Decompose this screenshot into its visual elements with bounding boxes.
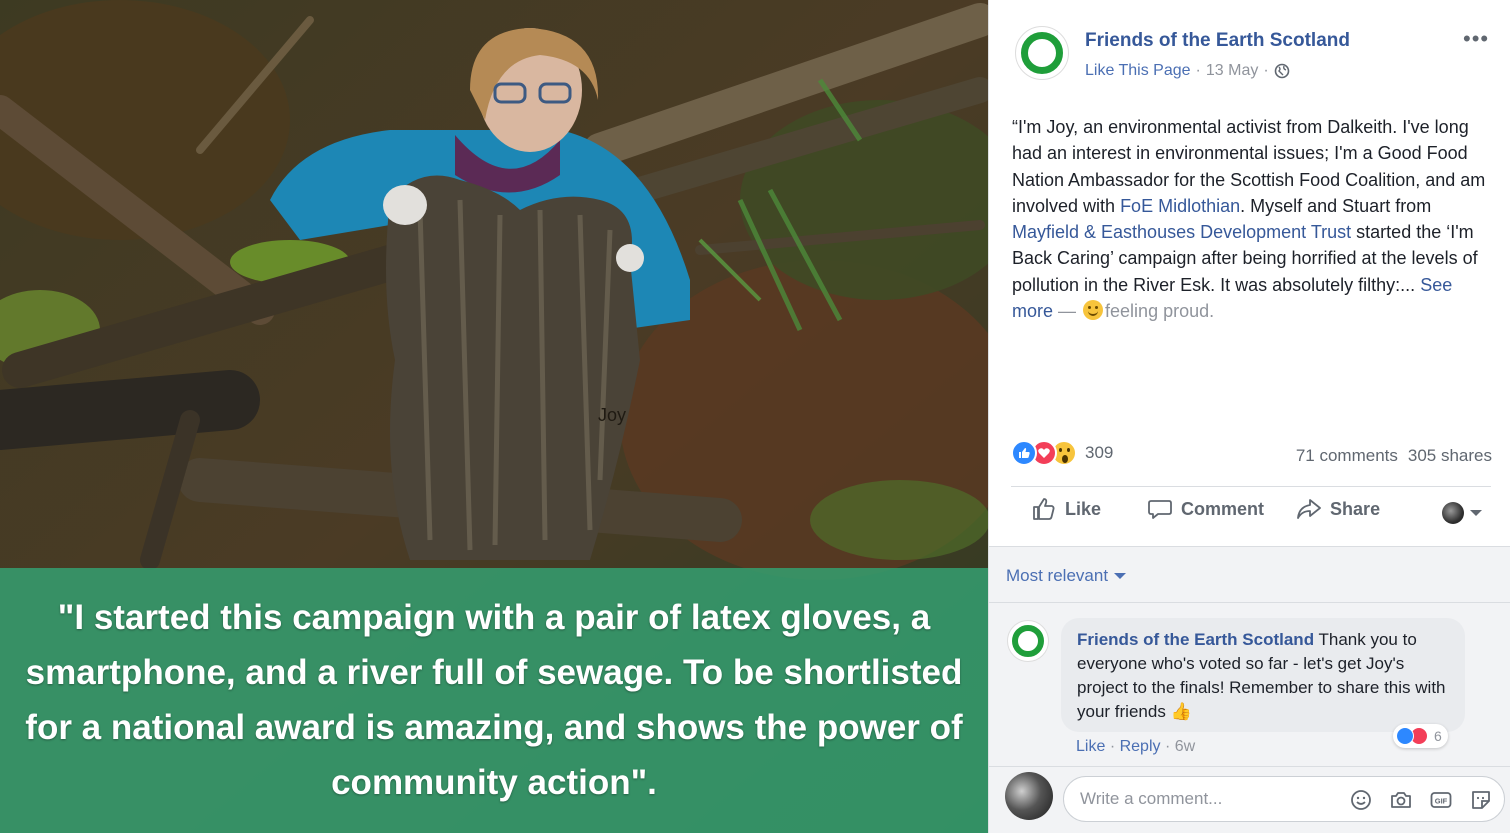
divider [1011, 486, 1491, 487]
comment-reaction-count: 6 [1434, 728, 1442, 744]
divider [989, 602, 1510, 603]
comment-like-link[interactable]: Like [1076, 738, 1105, 755]
meta-separator: · [1164, 738, 1175, 755]
body-text-2: . Myself and Stuart from [1240, 195, 1432, 216]
green-ring-logo-icon [1021, 32, 1063, 74]
facebook-post-view: Joy "I started this campaign with a pair… [0, 0, 1510, 833]
camera-icon[interactable] [1388, 787, 1414, 813]
post-sidebar: Friends of the Earth Scotland Like This … [988, 0, 1510, 833]
foe-midlothian-link[interactable]: FoE Midlothian [1120, 196, 1240, 216]
comment-age[interactable]: 6w [1175, 738, 1195, 755]
thumbs-up-icon [1033, 498, 1055, 520]
feeling-text: feeling proud. [1105, 301, 1215, 322]
green-ring-logo-icon [1012, 625, 1044, 657]
meta-separator: · [1109, 738, 1120, 755]
page-avatar[interactable] [1015, 26, 1069, 80]
gif-icon[interactable]: GIF [1428, 787, 1454, 813]
comment-sort-dropdown[interactable]: Most relevant [1006, 566, 1127, 586]
engagement-counts: 71 comments 305 shares [1296, 446, 1492, 466]
comment-input-tools: GIF [1348, 787, 1494, 813]
comment-button-label: Comment [1181, 498, 1265, 519]
comment-author-avatar[interactable] [1007, 620, 1049, 662]
comment-reply-link[interactable]: Reply [1120, 738, 1161, 755]
sort-label: Most relevant [1006, 566, 1109, 585]
meta-separator: · [1195, 62, 1201, 79]
current-user-avatar[interactable] [1005, 772, 1053, 820]
emoji-icon[interactable] [1348, 787, 1374, 813]
share-button-label: Share [1330, 498, 1381, 519]
post-as-selector[interactable] [1442, 502, 1482, 524]
comment-reactions[interactable]: 6 [1393, 724, 1448, 748]
share-button[interactable]: Share [1296, 496, 1380, 522]
post-actions-bar: Like Comment Share [1011, 496, 1491, 522]
comment-input[interactable] [1080, 787, 1330, 811]
comment-author-link[interactable]: Friends of the Earth Scotland [1077, 630, 1314, 649]
like-page-link[interactable]: Like This Page [1085, 62, 1191, 80]
page-name-link[interactable]: Friends of the Earth Scotland [1085, 30, 1350, 52]
like-button-label: Like [1065, 498, 1102, 519]
comment-meta: Like · Reply · 6w [1076, 738, 1195, 756]
divider [989, 546, 1510, 547]
share-arrow-icon [1297, 499, 1321, 519]
thumbs-up-emoji-icon: 👍 [1170, 702, 1192, 721]
quote-text: "I started this campaign with a pair of … [25, 598, 963, 802]
photo-caption-label: Joy [598, 405, 627, 425]
smiley-icon [1083, 300, 1104, 321]
post-options-button[interactable]: ••• [1463, 26, 1489, 52]
user-avatar [1442, 502, 1464, 524]
reactions-summary[interactable]: 309 [1011, 440, 1113, 466]
post-meta: Like This Page · 13 May · [1085, 62, 1290, 80]
post-photo[interactable]: Joy "I started this campaign with a pair… [0, 0, 988, 833]
meta-separator: · [1263, 62, 1269, 79]
chevron-down-icon [1114, 573, 1127, 579]
mayfield-trust-link[interactable]: Mayfield & Easthouses Development Trust [1012, 222, 1351, 242]
shares-count-link[interactable]: 305 shares [1408, 446, 1492, 466]
comment-bubble: Friends of the Earth Scotland Thank you … [1061, 618, 1465, 732]
chevron-down-icon [1470, 510, 1482, 516]
like-reaction-icon [1011, 440, 1037, 466]
sticker-icon[interactable] [1468, 787, 1494, 813]
svg-text:GIF: GIF [1435, 797, 1448, 806]
reaction-count[interactable]: 309 [1085, 443, 1113, 463]
post-date[interactable]: 13 May [1206, 62, 1258, 80]
like-button[interactable]: Like [1031, 496, 1101, 522]
globe-icon [1274, 63, 1289, 79]
comments-count-link[interactable]: 71 comments [1296, 446, 1398, 466]
feeling-dash: — [1053, 301, 1082, 322]
speech-bubble-icon [1148, 500, 1172, 519]
post-body-text: “I'm Joy, an environmental activist from… [1012, 114, 1498, 324]
comment-button[interactable]: Comment [1147, 496, 1264, 522]
like-reaction-icon [1396, 727, 1414, 745]
comment-input-box[interactable]: GIF [1063, 776, 1505, 822]
